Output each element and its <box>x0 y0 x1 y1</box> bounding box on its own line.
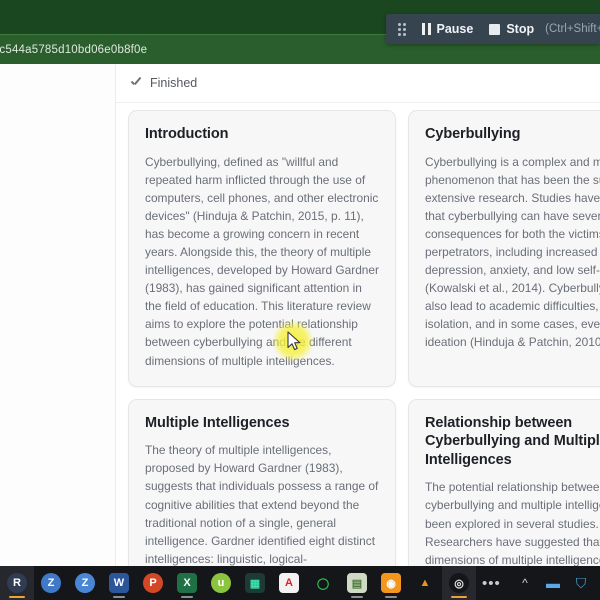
taskbar-item-r-app[interactable]: R <box>0 566 34 600</box>
card-title: Introduction <box>145 126 229 142</box>
taskbar-item-zoom-2[interactable]: Z <box>68 566 102 600</box>
card-body: Cyberbullying is a complex and multiface… <box>425 154 600 350</box>
taskbar-running-indicator <box>451 596 467 598</box>
tray-security-icon[interactable]: ⛉ <box>568 568 594 598</box>
status-label: Finished <box>150 76 198 90</box>
taskbar-running-indicator <box>113 596 125 598</box>
pause-button-label: Pause <box>436 22 474 36</box>
taskbar-item-excel[interactable]: X <box>170 566 204 600</box>
check-icon <box>130 77 143 90</box>
taskbar-running-indicator <box>385 596 397 598</box>
taskbar-item-word-icon: W <box>109 573 129 593</box>
drag-handle-icon[interactable] <box>398 20 406 38</box>
content-panel: Finished Introduction Cyberbullying, def… <box>115 64 600 566</box>
card-relationship[interactable]: Relationship between Cyberbullying and M… <box>408 398 600 566</box>
card-grid: Introduction Cyberbullying, defined as "… <box>116 102 600 566</box>
taskbar-item-acrobat-icon: A <box>279 573 299 593</box>
stop-button[interactable]: Stop (Ctrl+Shift+ <box>489 22 600 36</box>
taskbar-item-chrome-icon: ◎ <box>449 573 469 593</box>
taskbar-item-zoom-1[interactable]: Z <box>34 566 68 600</box>
taskbar: R Z Z W P Xu ▦ A ◯ ▤ ◉ ▲ ◎ ••• ^ ▬ ⛉ <box>0 566 600 600</box>
taskbar-item-utorrent-icon: u <box>211 573 231 593</box>
taskbar-item-powerpoint-icon: P <box>143 573 163 593</box>
taskbar-item-vlc[interactable]: ▲ <box>408 566 442 600</box>
stop-icon <box>489 23 501 35</box>
card-body: Cyberbullying, defined as "willful and r… <box>145 154 379 368</box>
taskbar-item-vpn-icon: ◉ <box>381 573 401 593</box>
card-body: The theory of multiple intelligences, pr… <box>145 443 379 566</box>
taskbar-item-zoom-2-icon: Z <box>75 573 95 593</box>
recording-frame: fc544a5785d10bd06e0b8f0e Finished Introd… <box>0 0 600 566</box>
taskbar-item-ring[interactable]: ◯ <box>306 566 340 600</box>
taskbar-item-calculator-icon: ▦ <box>245 573 265 593</box>
card-title: Relationship between Cyberbullying and M… <box>425 414 600 468</box>
app-window: Finished Introduction Cyberbullying, def… <box>0 64 600 566</box>
card-body: The potential relationship between cyber… <box>425 480 600 566</box>
taskbar-item-powerpoint[interactable]: P <box>136 566 170 600</box>
system-tray: ^ ▬ ⛉ <box>512 568 600 598</box>
taskbar-item-vpn[interactable]: ◉ <box>374 566 408 600</box>
taskbar-item-vlc-icon: ▲ <box>415 573 435 593</box>
card-title: Cyberbullying <box>425 126 521 142</box>
taskbar-running-indicator <box>9 596 25 598</box>
taskbar-item-calculator[interactable]: ▦ <box>238 566 272 600</box>
pause-icon <box>422 23 431 35</box>
stop-button-label: Stop <box>506 22 535 36</box>
taskbar-item-zoom-1-icon: Z <box>41 573 61 593</box>
status-row: Finished <box>116 64 600 103</box>
taskbar-item-image-viewer-icon: ▤ <box>347 573 367 593</box>
taskbar-item-ring-icon: ◯ <box>313 573 333 593</box>
card-introduction[interactable]: Introduction Cyberbullying, defined as "… <box>128 110 396 387</box>
taskbar-item-r-app-icon: R <box>7 573 27 593</box>
taskbar-item-acrobat[interactable]: A <box>272 566 306 600</box>
taskbar-overflow-button[interactable]: ••• <box>476 575 507 592</box>
taskbar-item-excel-icon: X <box>177 573 197 593</box>
tray-show-hidden-icons[interactable]: ^ <box>512 568 538 598</box>
stop-button-shortcut: (Ctrl+Shift+ <box>545 23 600 35</box>
taskbar-item-word[interactable]: W <box>102 566 136 600</box>
tray-onedrive-icon[interactable]: ▬ <box>540 568 566 598</box>
pause-button[interactable]: Pause <box>422 22 473 36</box>
taskbar-item-chrome[interactable]: ◎ <box>442 566 476 600</box>
taskbar-item-utorrent[interactable]: u <box>204 566 238 600</box>
card-multiple-intelligences[interactable]: Multiple Intelligences The theory of mul… <box>128 398 396 566</box>
recording-session-id: fc544a5785d10bd06e0b8f0e <box>0 44 148 56</box>
recording-toolbar: Pause Stop (Ctrl+Shift+ <box>386 14 600 44</box>
card-title: Multiple Intelligences <box>145 414 290 431</box>
screen: fc544a5785d10bd06e0b8f0e Finished Introd… <box>0 0 600 600</box>
taskbar-item-image-viewer[interactable]: ▤ <box>340 566 374 600</box>
taskbar-running-indicator <box>351 596 363 598</box>
card-cyberbullying[interactable]: Cyberbullying Cyberbullying is a complex… <box>408 110 600 387</box>
taskbar-app-list: R Z Z W P Xu ▦ A ◯ ▤ ◉ ▲ ◎ <box>0 566 476 600</box>
taskbar-running-indicator <box>181 596 193 598</box>
